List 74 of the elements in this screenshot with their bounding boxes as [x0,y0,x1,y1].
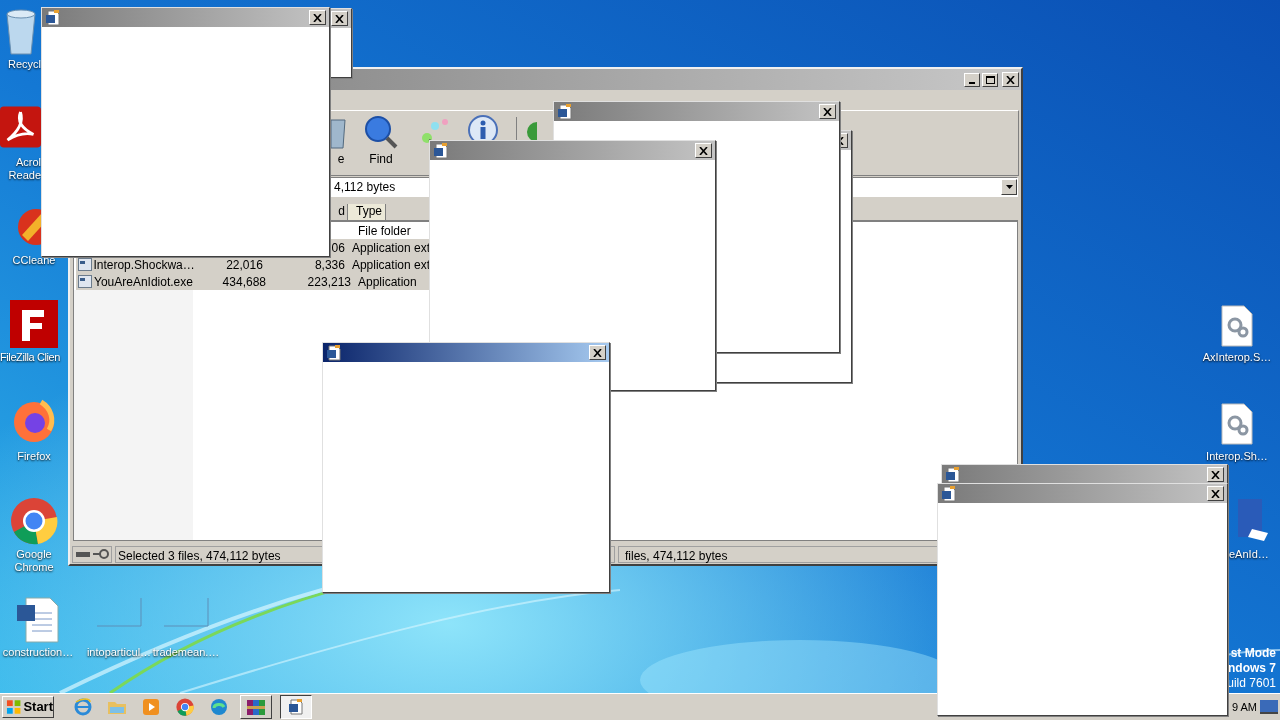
close-button[interactable] [1002,72,1019,87]
desktop-icon-label[interactable]: Recycl [0,58,41,71]
close-icon [823,107,832,116]
internet-explorer-icon [74,698,92,716]
dropdown-button[interactable] [1001,179,1017,195]
file-size: 434,688 [222,274,266,289]
test-mode-text: ndows 7 [1228,661,1276,676]
file-row[interactable]: Interop.Shockwa… 22,016 8,336 Application ext [76,256,430,273]
word-document-icon [16,597,60,643]
key-icon [93,549,109,559]
desktop-icon-label[interactable]: eAnId… [1229,548,1277,561]
file-type: File folder [358,223,411,238]
close-button[interactable] [589,345,606,360]
desktop-icon-label[interactable]: Acrol Reade [0,156,41,182]
close-button[interactable] [1207,486,1224,501]
file-icon [78,275,92,288]
maximize-button[interactable] [982,72,998,87]
gear-file-icon [1220,403,1254,445]
desktop-icon-label[interactable]: FileZilla Clien [0,351,68,364]
packed-size: 8,336 [314,257,345,272]
taskbar-button[interactable] [280,695,312,719]
chrome-app-icon [10,497,58,545]
file-row[interactable]: YouAreAnIdiot.exe 434,688 223,213 Application [76,273,430,290]
blank-file-icon [96,597,142,627]
search-icon [363,114,399,150]
desktop-icon-label[interactable]: Interop.Sh… [1196,450,1278,463]
desktop-icon-label[interactable]: Firefox [0,450,68,463]
play-icon [142,698,160,716]
monitor-icon [1260,700,1278,714]
close-icon [335,14,344,23]
desktop-icon-label[interactable]: CCleane [0,254,68,267]
file-name: Interop.Shockwa… [93,257,195,272]
packed-size: 06 [331,240,345,255]
packed-size: 223,213 [307,274,351,289]
file-type: Application ext [351,257,430,272]
windows-logo-icon [6,699,22,715]
toolbar-button[interactable]: e [330,111,352,175]
minimize-icon [969,81,975,84]
desktop-icon-label[interactable]: AxInterop.S… [1196,351,1278,364]
start-button[interactable]: Start [2,696,54,718]
close-button[interactable] [331,11,348,26]
close-icon [1211,470,1220,479]
filezilla-app-icon [10,300,58,348]
drive-icon [76,551,90,557]
blank-file-icon [163,597,209,627]
caret-icon [1005,185,1013,189]
minimize-button[interactable] [964,72,980,87]
close-icon [1006,75,1015,84]
close-icon [593,348,602,357]
firefox-app-icon [11,398,57,444]
file-size: 22,016 [226,257,263,272]
clock: 9 AM [1231,699,1257,715]
close-button[interactable] [309,10,326,25]
file-name: YouAreAnIdiot.exe [94,274,193,289]
maximize-icon [985,75,995,84]
file-icon [77,258,92,271]
close-icon [1211,489,1220,498]
close-button[interactable] [819,104,836,119]
test-mode-text: st Mode [1230,646,1276,661]
close-icon [699,146,708,155]
file-type: Application [358,274,417,289]
close-button[interactable] [695,143,712,158]
gear-file-icon [1220,305,1254,347]
toolbar-button[interactable]: Find [352,111,410,175]
books-icon [246,698,266,716]
chrome-icon [176,698,194,716]
edge-icon [210,698,228,716]
close-icon [313,13,322,22]
column-header[interactable]: Type [348,204,386,220]
word-app-icon [1238,497,1268,543]
document-icon [288,699,304,715]
folder-icon [107,699,127,715]
file-type: Application ext [351,240,430,255]
close-button[interactable] [1207,467,1224,482]
